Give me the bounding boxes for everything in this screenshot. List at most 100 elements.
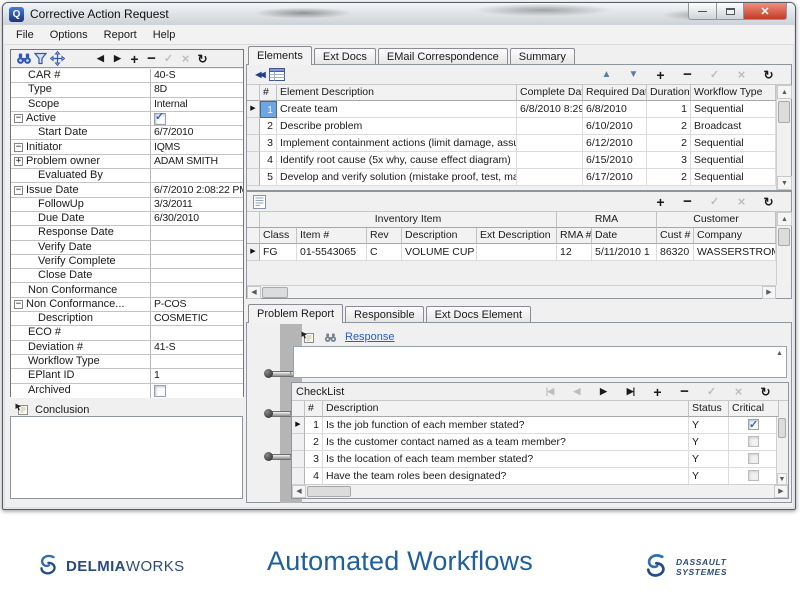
column-header[interactable] — [247, 85, 260, 101]
menu-help[interactable]: Help — [145, 27, 184, 43]
property-value[interactable]: 8D — [151, 83, 243, 96]
property-row[interactable]: −Non Conformance...P-COS — [11, 298, 243, 312]
grid-cell[interactable] — [729, 468, 779, 485]
property-value[interactable] — [151, 269, 243, 282]
scrollbar-thumb[interactable] — [778, 418, 786, 438]
cancel-icon[interactable]: × — [733, 194, 750, 209]
grid-cell[interactable]: Sequential — [691, 169, 776, 186]
property-value[interactable] — [151, 355, 243, 368]
cancel-icon[interactable]: × — [730, 384, 747, 399]
tab-problem-report[interactable]: Problem Report — [248, 304, 343, 323]
grid-cell[interactable]: VOLUME CUP — [402, 244, 477, 261]
post-icon[interactable]: ✓ — [706, 194, 723, 209]
scroll-left-icon[interactable]: ◀ — [292, 485, 306, 498]
conclusion-textarea[interactable] — [10, 416, 243, 499]
collapse-icon[interactable]: − — [14, 300, 23, 309]
column-header[interactable]: Complete Date — [517, 85, 583, 101]
grid-cell[interactable]: 01-5543065 — [297, 244, 367, 261]
elements-vertical-scrollbar[interactable]: ▲ ▼ — [776, 85, 791, 190]
grid-cell[interactable]: Y — [689, 434, 729, 451]
property-value[interactable]: 3/3/2011 — [151, 198, 243, 211]
grid-cell[interactable]: 1 — [647, 101, 691, 118]
property-row[interactable]: Evaluated By — [11, 169, 243, 183]
checkbox[interactable] — [154, 113, 166, 125]
property-row[interactable]: ScopeInternal — [11, 98, 243, 112]
property-value[interactable]: P-COS — [151, 298, 243, 311]
critical-checkbox[interactable] — [748, 453, 759, 464]
close-button[interactable]: ✕ — [744, 3, 787, 20]
report-icon[interactable] — [251, 194, 268, 209]
grid-cell[interactable]: 3 — [647, 152, 691, 169]
property-row[interactable]: Verify Complete — [11, 255, 243, 269]
critical-checkbox[interactable] — [748, 436, 759, 447]
column-header[interactable] — [247, 228, 260, 244]
post-icon[interactable]: ✓ — [160, 51, 177, 66]
grid-cell[interactable]: Develop and verify solution (mistake pro… — [277, 169, 517, 186]
find-icon[interactable] — [322, 330, 339, 345]
post-icon[interactable]: ✓ — [706, 67, 723, 82]
property-row[interactable]: ECO # — [11, 326, 243, 340]
menu-options[interactable]: Options — [42, 27, 96, 43]
collapse-icon[interactable]: − — [14, 114, 23, 123]
grid-cell[interactable]: Have the team roles been designated? — [323, 468, 689, 485]
grid-cell[interactable]: 6/8/2010 8:29:4 — [517, 101, 583, 118]
grid-cell[interactable]: 2 — [260, 118, 277, 135]
column-header[interactable]: # — [260, 85, 277, 101]
scroll-up-icon[interactable]: ▲ — [777, 85, 792, 99]
column-header[interactable]: Date — [592, 228, 657, 244]
response-link[interactable]: Response — [345, 331, 395, 343]
column-header[interactable]: # — [305, 401, 323, 417]
grid-cell[interactable] — [729, 417, 779, 434]
remove-icon[interactable]: − — [679, 67, 696, 82]
menu-file[interactable]: File — [8, 27, 42, 43]
scrollbar-thumb[interactable] — [778, 101, 790, 123]
grid-cell[interactable]: 3 — [260, 135, 277, 152]
column-header[interactable]: Status — [689, 401, 729, 417]
grid-cell[interactable]: 5/11/2010 1 — [592, 244, 657, 261]
column-header[interactable]: Description — [323, 401, 689, 417]
remove-icon[interactable]: − — [143, 51, 160, 66]
property-value[interactable]: 41-S — [151, 341, 243, 354]
grid-cell[interactable]: 5 — [260, 169, 277, 186]
checkbox[interactable] — [154, 385, 166, 397]
table-row[interactable]: 4Have the team roles been designated?Y — [292, 468, 779, 485]
column-header[interactable]: Rev — [367, 228, 402, 244]
grid-cell[interactable]: 6/12/2010 — [583, 135, 647, 152]
property-value[interactable] — [151, 326, 243, 339]
property-value[interactable]: 40-S — [151, 69, 243, 82]
minimize-button[interactable]: — — [688, 3, 717, 20]
critical-checkbox[interactable] — [748, 470, 759, 481]
column-header[interactable]: Workflow Type — [691, 85, 776, 101]
grid-cell[interactable]: FG — [260, 244, 297, 261]
table-row[interactable]: 2Is the customer contact named as a team… — [292, 434, 779, 451]
property-value[interactable] — [151, 283, 243, 296]
post-icon[interactable]: ✓ — [703, 384, 720, 399]
rewind-icon[interactable]: ◀◀ — [251, 67, 268, 82]
property-value[interactable] — [151, 255, 243, 268]
grid-cell[interactable]: C — [367, 244, 402, 261]
table-row[interactable]: 4Identify root cause (5x why, cause effe… — [247, 152, 776, 169]
column-header[interactable]: Item # — [297, 228, 367, 244]
tab-ext-docs-element[interactable]: Ext Docs Element — [426, 306, 531, 323]
property-row[interactable]: −Issue Date6/7/2010 2:08:22 PM — [11, 183, 243, 197]
scrollbar-thumb[interactable] — [778, 228, 790, 246]
grid-cell[interactable]: Create team — [277, 101, 517, 118]
maximize-button[interactable] — [717, 3, 744, 20]
grid-cell[interactable]: Sequential — [691, 101, 776, 118]
rma-vertical-scrollbar[interactable]: ▲ — [776, 212, 791, 285]
collapse-icon[interactable]: − — [14, 186, 23, 195]
table-row[interactable]: ▶FG01-5543065CVOLUME CUP125/11/2010 1863… — [247, 244, 776, 261]
grid-cell[interactable]: 2 — [647, 135, 691, 152]
property-value[interactable] — [151, 241, 243, 254]
menu-report[interactable]: Report — [96, 27, 145, 43]
expand-icon[interactable]: + — [14, 157, 23, 166]
grid-icon[interactable] — [268, 67, 285, 82]
add-icon[interactable]: + — [652, 194, 669, 209]
scroll-right-icon[interactable]: ▶ — [762, 286, 776, 299]
next-icon[interactable]: ▶ — [595, 384, 612, 399]
scrollbar-thumb[interactable] — [307, 486, 351, 497]
move-icon[interactable] — [49, 51, 66, 66]
remove-icon[interactable]: − — [676, 384, 693, 399]
first-icon[interactable]: |◀ — [541, 384, 558, 399]
grid-cell[interactable]: 12 — [557, 244, 592, 261]
